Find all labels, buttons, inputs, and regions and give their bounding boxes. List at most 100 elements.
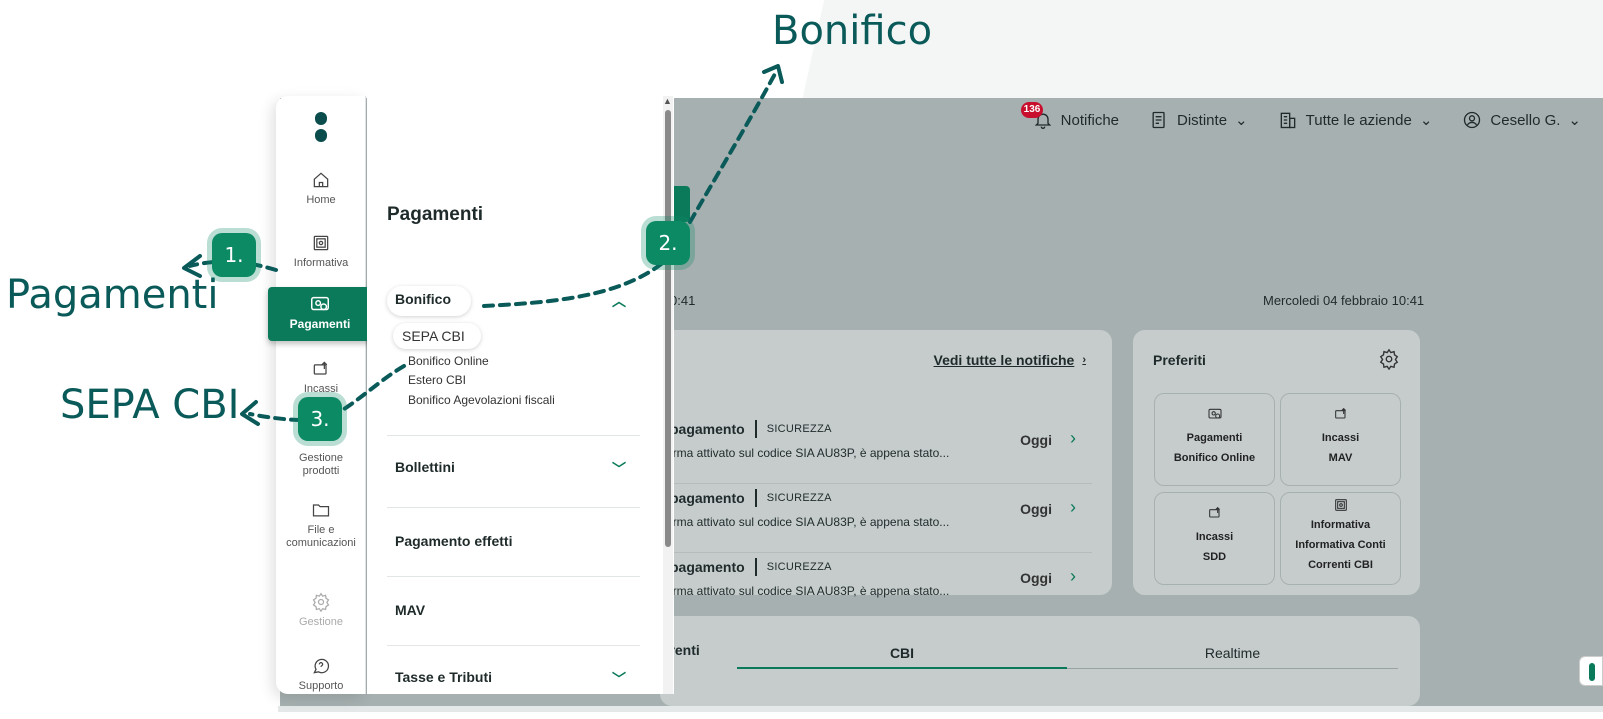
sidebar: Home Informativa Incassi Gestione prodot… xyxy=(276,96,366,694)
favorite-line2: Bonifico Online xyxy=(1173,452,1256,464)
separator xyxy=(754,420,757,438)
annotation-bonifico: Bonifico xyxy=(772,8,933,54)
step-badge-1: 1. xyxy=(212,233,256,277)
payment-icon xyxy=(1207,408,1222,419)
notification-row[interactable]: pagamento SICUREZZA irma attivato sul cod… xyxy=(670,487,1092,553)
separator xyxy=(754,489,757,507)
notification-title-text: pagamento xyxy=(670,490,745,506)
notification-tag: SICUREZZA xyxy=(766,561,832,573)
menu-item-bollettini[interactable]: Bollettini ﹀ xyxy=(387,459,640,508)
sidebar-item-pagamenti[interactable]: Pagamenti xyxy=(268,287,372,341)
favorite-informativa-conti[interactable]: Informativa Informativa Conti Correnti C… xyxy=(1280,492,1401,585)
notification-title-text: pagamento xyxy=(670,559,745,575)
sidebar-item-informativa[interactable]: Informativa xyxy=(276,233,366,269)
sidebar-item-label: Supporto xyxy=(298,680,344,692)
menu-item-label: Pagamento effetti xyxy=(395,533,513,549)
safe-icon xyxy=(1334,499,1347,511)
favorite-line2: MAV xyxy=(1328,452,1353,464)
arrowhead-step3 xyxy=(240,400,260,426)
sidebar-item-home[interactable]: Home xyxy=(276,170,366,206)
help-icon xyxy=(313,658,330,674)
companies-dropdown[interactable]: Tutte le aziende ⌄ xyxy=(1278,110,1433,130)
favorite-line1: Informativa xyxy=(1310,519,1371,531)
separator xyxy=(754,558,757,576)
favorite-line3: Correnti CBI xyxy=(1308,559,1373,571)
submenu-estero-cbi[interactable]: Estero CBI xyxy=(408,373,466,387)
tab-realtime[interactable]: Realtime xyxy=(1067,645,1398,661)
favorite-incassi-mav[interactable]: Incassi MAV xyxy=(1280,393,1401,486)
menu-item-label: Tasse e Tributi xyxy=(395,669,492,685)
tab-active-indicator xyxy=(737,667,1067,669)
logo xyxy=(315,112,327,146)
notification-row[interactable]: pagamento SICUREZZA irma attivato sul cod… xyxy=(670,418,1092,484)
submenu-bonifico-agevolazioni[interactable]: Bonifico Agevolazioni fiscali xyxy=(408,393,555,407)
notification-row[interactable]: pagamento SICUREZZA irma attivato sul cod… xyxy=(670,556,1092,622)
chevron-down-icon: ﹀ xyxy=(612,461,626,477)
notifications-button[interactable]: 136 Notifiche xyxy=(1020,102,1120,130)
companies-label: Tutte le aziende xyxy=(1305,111,1412,129)
chevron-right-icon: › xyxy=(1070,428,1076,448)
gear-icon[interactable] xyxy=(1378,348,1400,370)
scrollbar-thumb[interactable] xyxy=(665,110,671,547)
notification-desc: irma attivato sul codice SIA AU83P, è ap… xyxy=(670,446,950,460)
notification-tag: SICUREZZA xyxy=(766,423,832,435)
notification-desc: irma attivato sul codice SIA AU83P, è ap… xyxy=(670,515,950,529)
notification-time: Oggi xyxy=(1020,432,1052,448)
submenu-sepa-cbi[interactable]: SEPA CBI xyxy=(402,328,465,344)
notification-tag: SICUREZZA xyxy=(766,492,832,504)
sidebar-item-supporto[interactable]: Supporto xyxy=(276,656,366,692)
menu-item-pagamento-effetti[interactable]: Pagamento effetti xyxy=(387,533,640,577)
sidebar-item-label: Informativa xyxy=(293,257,349,269)
sidebar-item-label: Pagamenti xyxy=(289,317,351,331)
chevron-right-icon: › xyxy=(1070,497,1076,517)
submenu-bonifico-online[interactable]: Bonifico Online xyxy=(408,354,489,368)
sidebar-item-incassi[interactable]: Incassi xyxy=(276,359,366,395)
favorite-incassi-sdd[interactable]: Incassi SDD xyxy=(1154,492,1275,585)
favorites-title: Preferiti xyxy=(1153,352,1206,368)
sidebar-item-file[interactable]: File e comunicazioni xyxy=(276,500,366,550)
menu-item-tasse-tributi[interactable]: Tasse e Tributi ﹀ xyxy=(387,669,640,693)
menu-item-label: MAV xyxy=(395,602,426,618)
document-icon xyxy=(1152,111,1165,129)
arrowhead-step2 xyxy=(762,64,784,84)
favorite-line2: SDD xyxy=(1202,551,1227,563)
tab-cbi[interactable]: CBI xyxy=(737,645,1067,661)
safe-icon xyxy=(313,235,329,251)
sidebar-item-label: Gestione xyxy=(298,616,344,628)
current-date: Mercoledi 04 febbraio 10:41 xyxy=(1263,293,1425,308)
notifications-badge: 136 xyxy=(1020,102,1044,118)
wallet-icon xyxy=(1208,506,1220,518)
distinte-dropdown[interactable]: Distinte ⌄ xyxy=(1149,110,1248,130)
chevron-down-icon: ⌄ xyxy=(1419,112,1433,129)
notification-title-text: pagamento xyxy=(670,421,745,437)
menu-item-label: Bonifico xyxy=(395,291,451,307)
sidebar-item-label: File e comunicazioni xyxy=(286,524,356,549)
home-icon xyxy=(313,172,329,188)
notifications-label: Notifiche xyxy=(1060,111,1120,129)
sidebar-item-label: Gestione prodotti xyxy=(298,452,344,477)
distinte-label: Distinte xyxy=(1177,111,1228,129)
notification-time: Oggi xyxy=(1020,501,1052,517)
user-menu[interactable]: Cesello G. ⌄ xyxy=(1462,110,1581,130)
user-label: Cesello G. xyxy=(1490,111,1561,129)
payment-icon xyxy=(311,296,329,311)
annotation-sepa-cbi: SEPA CBI xyxy=(60,382,240,428)
favorite-pagamenti-bonifico[interactable]: Pagamenti Bonifico Online xyxy=(1154,393,1275,486)
menu-item-mav[interactable]: MAV xyxy=(387,602,640,646)
notification-time: Oggi xyxy=(1020,570,1052,586)
chevron-down-icon: ⌄ xyxy=(1235,112,1248,129)
see-all-label: Vedi tutte le notifiche xyxy=(933,352,1075,368)
accounts-card xyxy=(660,616,1420,706)
sidebar-item-gestione[interactable]: Gestione xyxy=(276,592,366,628)
menu-item-label: Bollettini xyxy=(395,459,455,475)
step-badge-3: 3. xyxy=(298,397,342,441)
notification-title: pagamento SICUREZZA xyxy=(670,420,832,438)
chevron-down-icon: ﹀ xyxy=(612,671,626,687)
scroll-up-icon[interactable]: ▲ xyxy=(663,96,672,106)
chevron-right-icon: › xyxy=(1082,354,1086,366)
accessibility-button[interactable] xyxy=(1579,656,1603,686)
chevron-down-icon: ⌄ xyxy=(1568,112,1581,129)
sidebar-item-label: Home xyxy=(306,194,336,206)
see-all-notifications-link[interactable]: Vedi tutte le notifiche › xyxy=(934,352,1086,368)
favorite-line1: Incassi xyxy=(1321,432,1360,444)
